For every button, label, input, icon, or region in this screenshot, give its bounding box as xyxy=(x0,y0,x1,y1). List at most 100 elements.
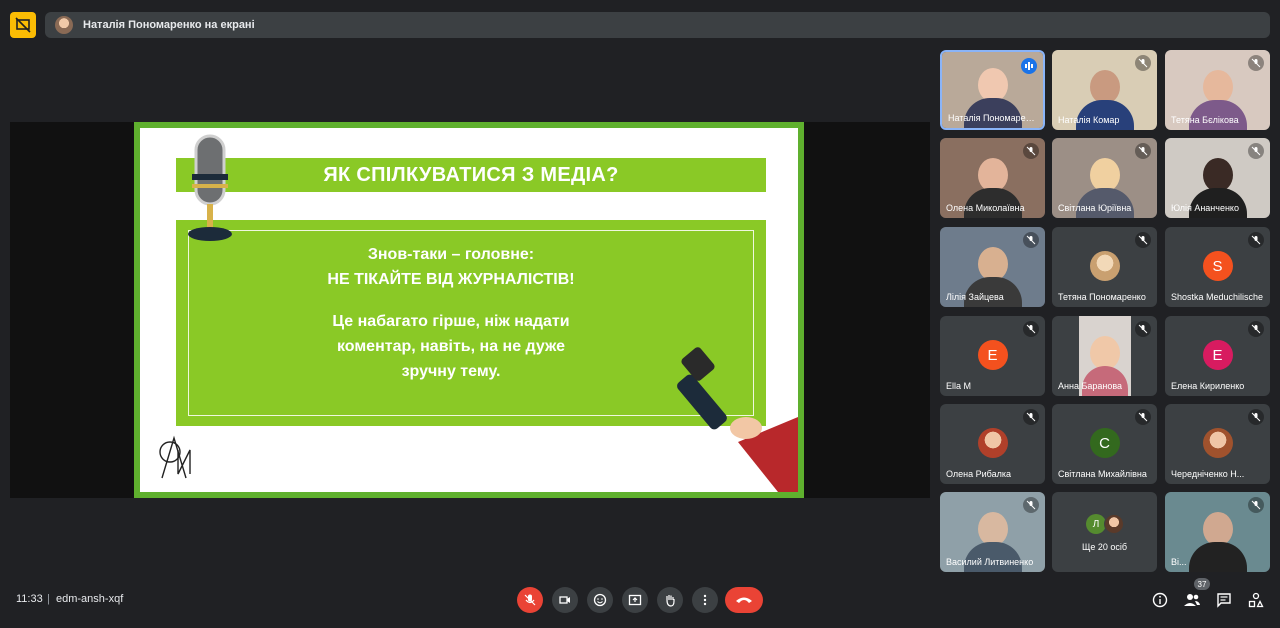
participant-name: Світлана Михайлівна xyxy=(1058,469,1147,479)
meeting-code: edm-ansh-xqf xyxy=(56,593,124,605)
participant-tile[interactable]: Юлія Ананченко xyxy=(1165,138,1270,218)
microphone-toggle-button[interactable] xyxy=(517,587,543,613)
participant-avatar xyxy=(1104,514,1124,534)
participant-name: Тетяна Пономаренко xyxy=(1058,292,1146,302)
participant-name: Ella M xyxy=(946,381,972,391)
participant-initial: E xyxy=(977,340,1008,370)
speaking-indicator-icon xyxy=(1021,58,1037,74)
microphone-illustration xyxy=(188,134,232,241)
participant-name: Елена Кириленко xyxy=(1171,381,1245,391)
hang-up-icon xyxy=(736,597,752,603)
participant-initial: Л xyxy=(1086,514,1106,534)
participant-tile[interactable]: S Shostka Meduchilische xyxy=(1165,227,1270,307)
slide-title-band: ЯК СПІЛКУВАТИСЯ З МЕДІА? xyxy=(176,158,766,192)
chat-button[interactable] xyxy=(1214,590,1234,610)
participant-name: Юлія Ананченко xyxy=(1171,203,1239,213)
participant-tile[interactable]: E Ella M xyxy=(940,316,1045,396)
mic-off-icon xyxy=(1135,143,1151,159)
mic-off-icon xyxy=(1248,409,1264,425)
participant-tile[interactable]: Лілія Зайцева xyxy=(940,227,1045,307)
participant-name: Shostka Meduchilische xyxy=(1171,292,1264,302)
present-screen-button[interactable] xyxy=(622,587,648,613)
logo xyxy=(159,435,191,479)
slide: ЯК СПІЛКУВАТИСЯ З МЕДІА? Знов-таки – гол… xyxy=(134,122,804,498)
participant-initial: С xyxy=(1089,428,1120,458)
participant-name: Олена Миколаївна xyxy=(946,203,1025,213)
participant-tile[interactable]: Чередніченко Н... xyxy=(1165,404,1270,484)
mic-off-icon xyxy=(1248,55,1264,71)
more-options-button[interactable] xyxy=(692,587,718,613)
camera-toggle-button[interactable] xyxy=(552,587,578,613)
presentation-stage: ЯК СПІЛКУВАТИСЯ З МЕДІА? Знов-таки – гол… xyxy=(10,122,930,498)
participant-tile[interactable]: Наталія Пономаренко xyxy=(940,50,1045,130)
participant-name: Наталія Пономаренко xyxy=(948,113,1040,123)
more-participants-label: Ще 20 осіб xyxy=(1081,542,1128,552)
emoji-reactions-button[interactable] xyxy=(587,587,613,613)
participant-tile[interactable]: E Елена Кириленко xyxy=(1165,316,1270,396)
presenter-status: Наталія Пономаренко на екрані xyxy=(83,19,255,31)
mic-off-icon xyxy=(1248,321,1264,337)
participant-avatar xyxy=(1089,251,1120,281)
participant-initial: S xyxy=(1202,251,1233,281)
presenter-avatar xyxy=(55,16,73,34)
participant-name: Ві... xyxy=(1171,557,1187,567)
mic-off-icon xyxy=(1248,232,1264,248)
mic-off-icon xyxy=(1135,321,1151,337)
activities-button[interactable] xyxy=(1246,590,1266,610)
participant-name: Чередніченко Н... xyxy=(1171,469,1245,479)
mic-off-icon xyxy=(1023,143,1039,159)
participant-tile[interactable]: Олена Рибалка xyxy=(940,404,1045,484)
participant-name: Наталія Комар xyxy=(1058,115,1120,125)
mic-off-icon xyxy=(1248,497,1264,513)
participant-tile[interactable]: Анна Баранова xyxy=(1052,316,1157,396)
mic-off-icon xyxy=(1023,409,1039,425)
divider: | xyxy=(47,593,50,605)
slide-line-1: Знов-таки – головне: xyxy=(367,246,535,263)
participant-name: Олена Рибалка xyxy=(946,469,1012,479)
chat-icon xyxy=(1217,593,1231,608)
leave-call-button[interactable] xyxy=(725,587,763,613)
participant-tile[interactable]: Василий Литвиненко xyxy=(940,492,1045,572)
participant-name: Тетяна Бєлікова xyxy=(1171,115,1239,125)
participant-tile[interactable]: Олена Миколаївна xyxy=(940,138,1045,218)
participant-tile[interactable]: Наталія Комар xyxy=(1052,50,1157,130)
hand-icon xyxy=(666,595,675,607)
mic-off-icon xyxy=(1248,143,1264,159)
presenter-banner: Наталія Пономаренко на екрані xyxy=(45,12,1270,38)
participant-tile[interactable]: Світлана Юріївна xyxy=(1052,138,1157,218)
slide-line-2: НЕ ТІКАЙТЕ ВІД ЖУРНАЛІСТІВ! xyxy=(327,271,575,288)
participant-name: Василий Литвиненко xyxy=(946,557,1034,567)
hand-microphone-illustration xyxy=(677,347,798,492)
participant-tile[interactable]: Тетяна Пономаренко xyxy=(1052,227,1157,307)
emoji-icon xyxy=(593,593,607,607)
people-icon xyxy=(1184,594,1200,606)
participant-tile[interactable]: Тетяна Бєлікова xyxy=(1165,50,1270,130)
participant-tile[interactable]: С Світлана Михайлівна xyxy=(1052,404,1157,484)
participant-tile[interactable]: Ві... xyxy=(1165,492,1270,572)
participant-name: Анна Баранова xyxy=(1058,381,1123,391)
more-vert-icon xyxy=(703,594,707,606)
meeting-details-button[interactable] xyxy=(1150,590,1170,610)
activities-icon xyxy=(1248,592,1264,608)
presentation-icon[interactable] xyxy=(10,12,36,38)
mic-off-icon xyxy=(524,594,536,606)
participant-name: Світлана Юріївна xyxy=(1058,203,1132,213)
participant-count-badge: 37 xyxy=(1194,578,1210,590)
mic-off-icon xyxy=(1135,232,1151,248)
present-screen-icon xyxy=(628,594,642,606)
slide-title: ЯК СПІЛКУВАТИСЯ З МЕДІА? xyxy=(323,163,619,186)
clock: 11:33 xyxy=(16,593,43,605)
more-participants-tile[interactable]: Л Ще 20 осіб xyxy=(1052,492,1157,572)
mic-off-icon xyxy=(1023,321,1039,337)
participant-name: Лілія Зайцева xyxy=(946,292,1004,302)
slide-line-5: зручну тему. xyxy=(401,363,501,380)
participant-avatar xyxy=(977,428,1008,458)
mic-off-icon xyxy=(1023,232,1039,248)
mic-off-icon xyxy=(1135,409,1151,425)
slide-line-3: Це набагато гірше, ніж надати xyxy=(332,313,570,330)
mic-off-icon xyxy=(1023,497,1039,513)
participant-avatar xyxy=(1202,428,1233,458)
participants-button[interactable] xyxy=(1182,590,1202,610)
raise-hand-button[interactable] xyxy=(657,587,683,613)
slide-line-4: коментар, навіть, на не дуже xyxy=(336,338,566,355)
